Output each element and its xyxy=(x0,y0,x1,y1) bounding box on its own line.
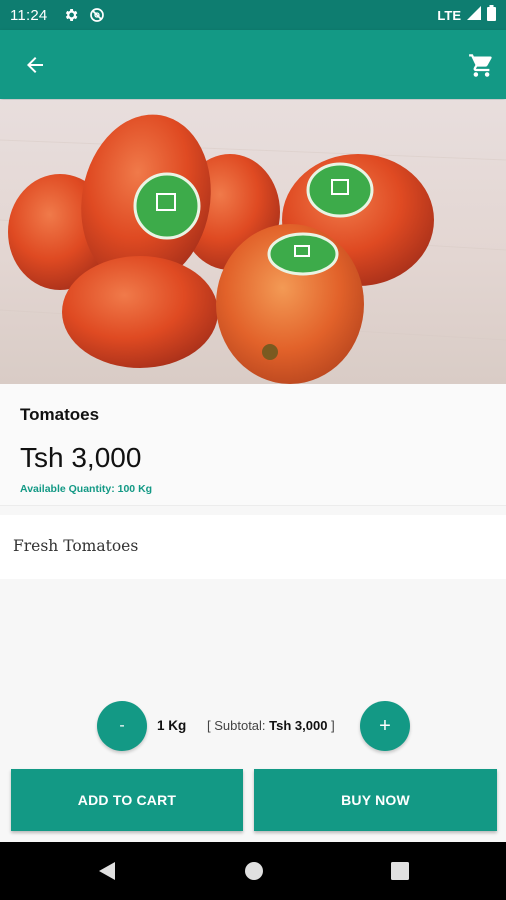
add-to-cart-button[interactable]: ADD TO CART xyxy=(11,769,243,831)
product-image xyxy=(0,100,506,384)
product-description: Fresh Tomatoes xyxy=(13,537,139,555)
quantity-value: 1 Kg xyxy=(157,718,187,733)
do-not-disturb-icon xyxy=(89,7,105,23)
buy-now-button[interactable]: BUY NOW xyxy=(254,769,497,831)
action-buttons: ADD TO CART BUY NOW xyxy=(0,769,506,832)
recents-square-icon[interactable] xyxy=(389,860,411,882)
available-quantity: Available Quantity: 100 Kg xyxy=(20,483,153,495)
subtotal-suffix: ] xyxy=(327,718,335,733)
product-name: Tomatoes xyxy=(20,405,100,424)
subtotal-prefix: [ Subtotal: xyxy=(207,718,270,733)
settings-icon xyxy=(63,7,79,23)
status-bar: 11:24 LTE xyxy=(0,0,506,30)
network-type: LTE xyxy=(437,7,461,23)
home-circle-icon[interactable] xyxy=(243,860,265,882)
product-description-card: Fresh Tomatoes xyxy=(0,515,506,579)
decrease-quantity-button[interactable]: - xyxy=(97,701,147,751)
signal-icon xyxy=(467,6,481,24)
arrow-left-icon[interactable] xyxy=(20,50,50,80)
shopping-cart-icon[interactable] xyxy=(466,50,496,80)
quantity-stepper: - 1 Kg [ Subtotal: Tsh 3,000 ] + xyxy=(0,700,506,752)
battery-icon xyxy=(487,5,496,25)
back-triangle-icon[interactable] xyxy=(96,860,118,882)
status-time: 11:24 xyxy=(10,6,48,24)
navigation-bar xyxy=(0,842,506,900)
subtotal-value: Tsh 3,000 xyxy=(269,718,328,733)
app-bar xyxy=(0,30,506,99)
product-info-card: Tomatoes Tsh 3,000 Available Quantity: 1… xyxy=(0,384,506,506)
subtotal: [ Subtotal: Tsh 3,000 ] xyxy=(207,718,335,733)
product-price: Tsh 3,000 xyxy=(20,442,142,473)
increase-quantity-button[interactable]: + xyxy=(360,701,410,751)
